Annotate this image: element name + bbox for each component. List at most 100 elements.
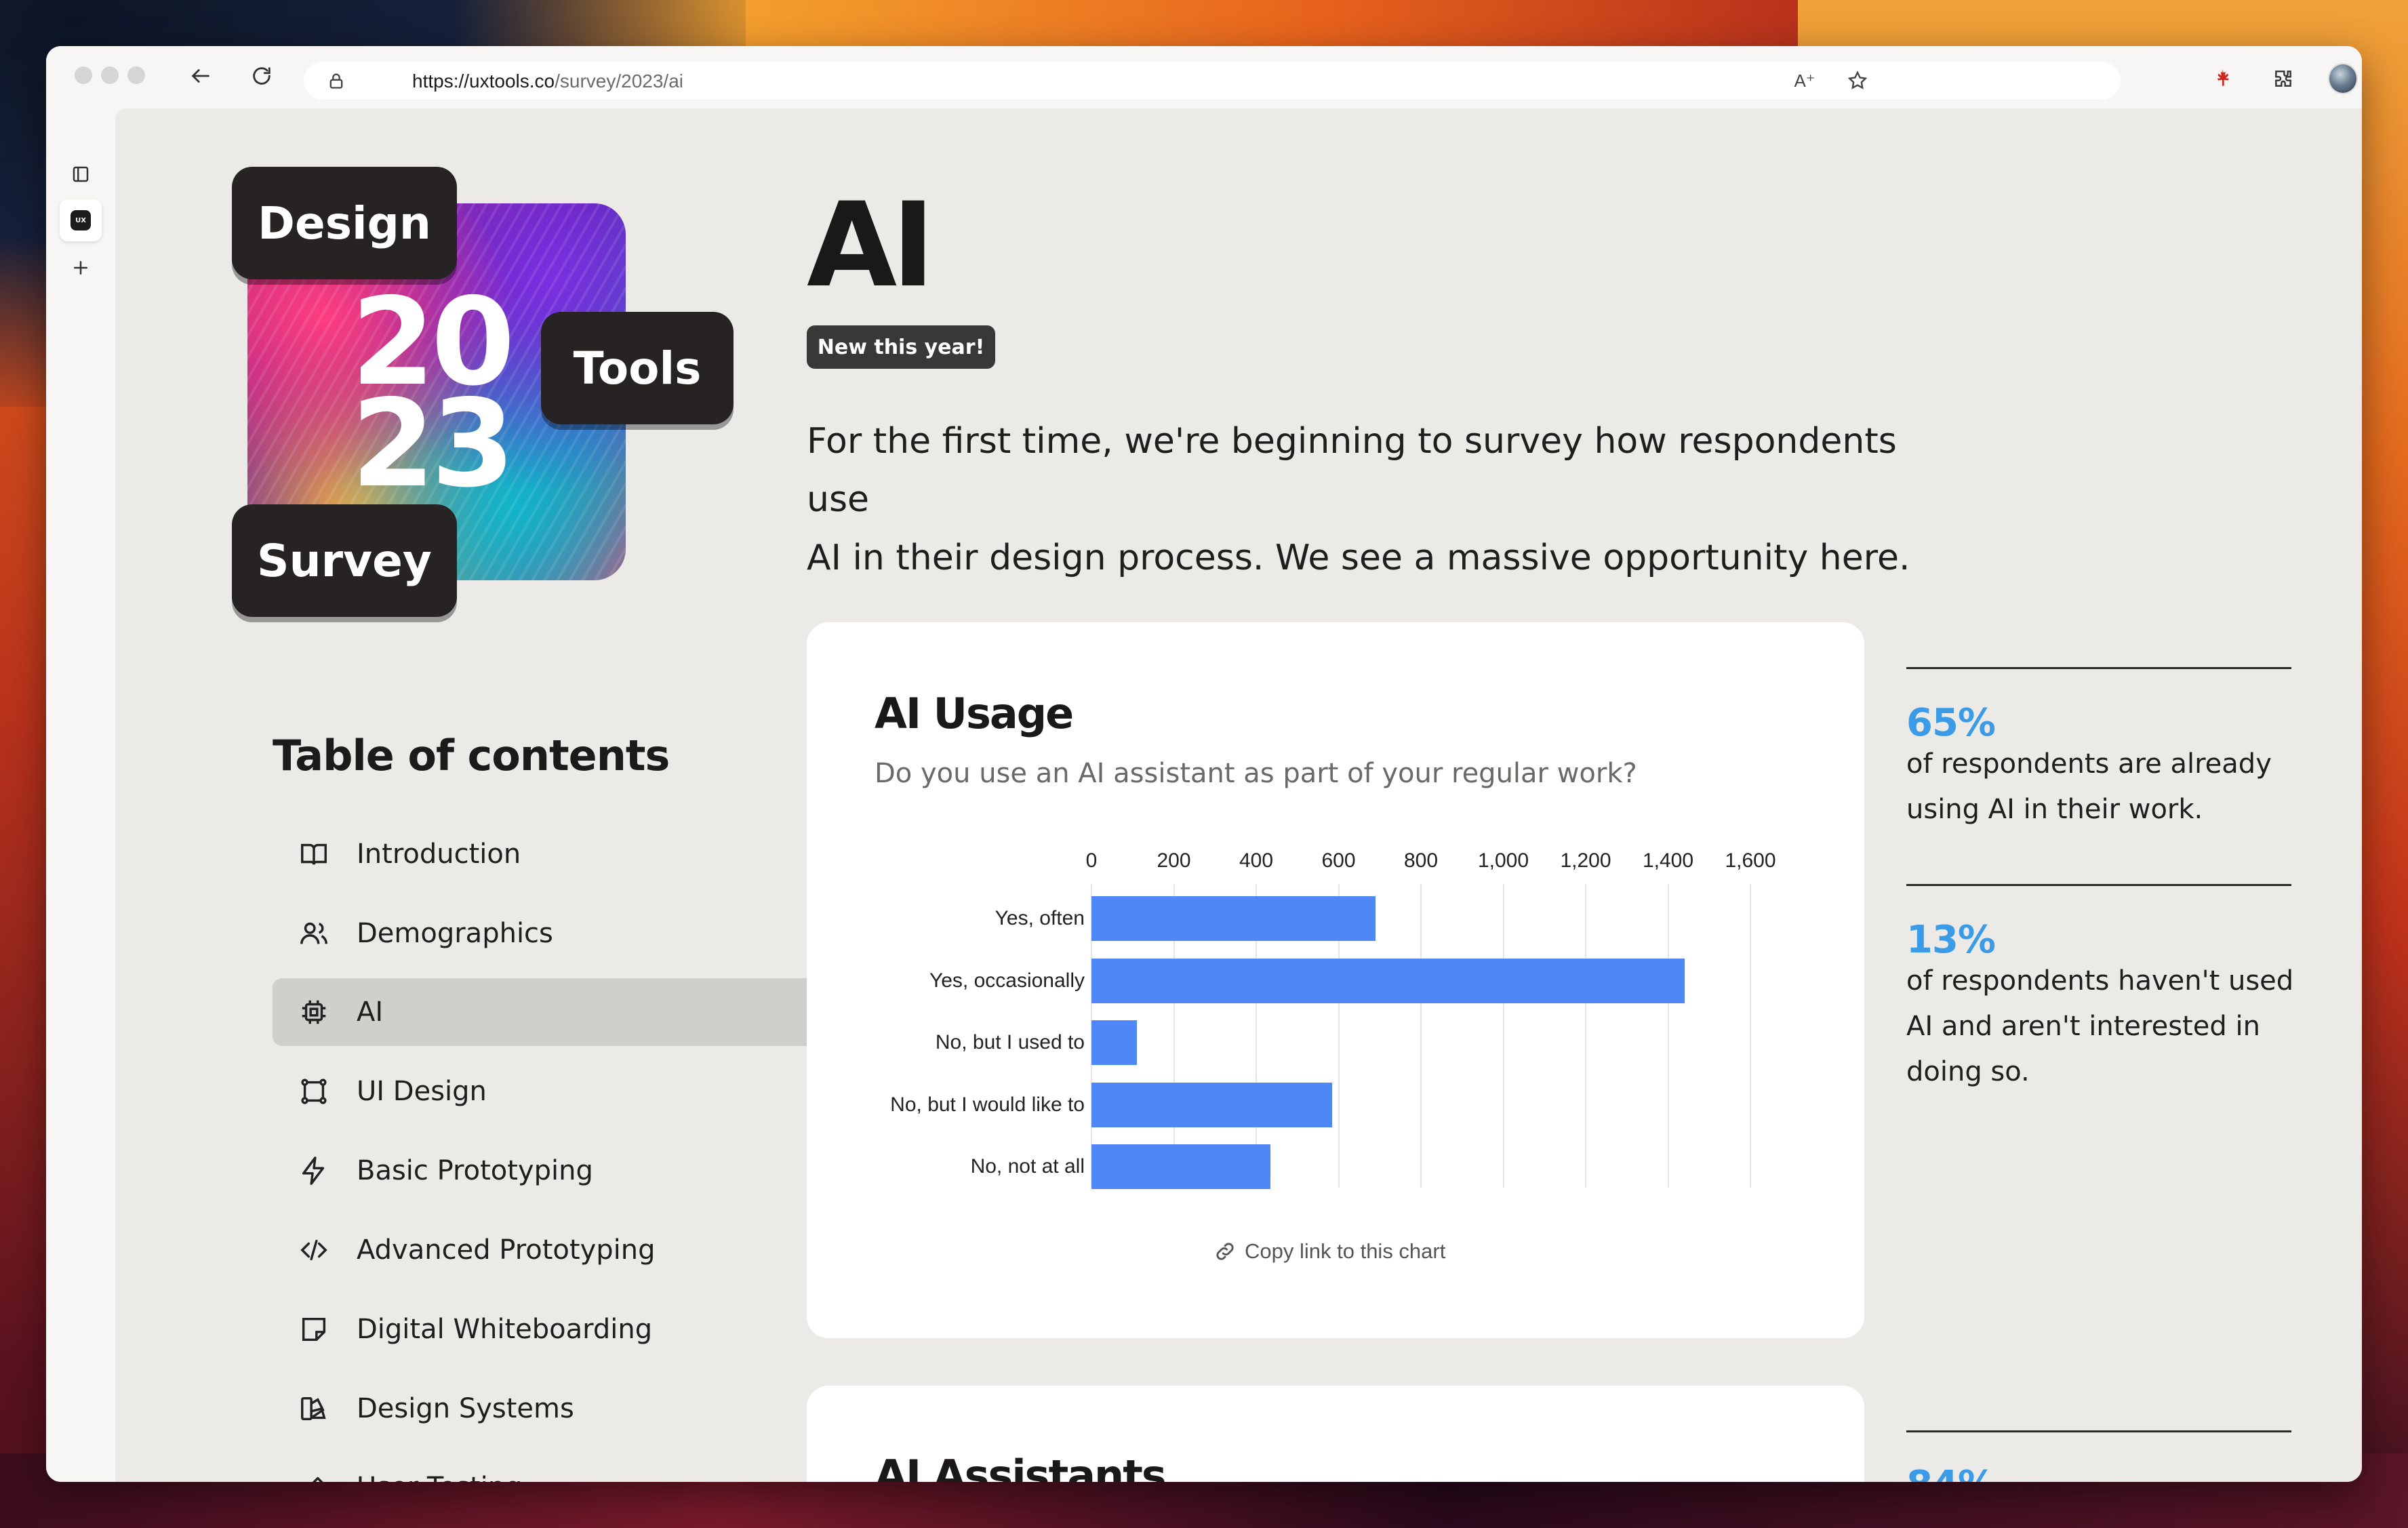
url-text: https://uxtools.co/survey/2023/ai [412, 71, 683, 92]
intro-paragraph: For the first time, we're beginning to s… [807, 412, 1946, 587]
sidebar-panel-icon [73, 166, 89, 182]
plus-icon [74, 261, 87, 275]
chart-bar[interactable] [1091, 1144, 1271, 1189]
chart-gridline [1502, 884, 1504, 1188]
url-path: /survey/2023/ai [555, 71, 683, 92]
cpu-chip-icon [297, 995, 331, 1029]
toc-item-label: Advanced Prototyping [357, 1234, 656, 1266]
code-icon [297, 1233, 331, 1267]
toc-item-label: User Testing [357, 1472, 523, 1482]
tab-uxtools[interactable]: UX [60, 199, 102, 241]
toc-item-basic-prototyping[interactable]: Basic Prototyping [273, 1137, 819, 1205]
puzzle-icon [2275, 71, 2291, 87]
card-title: AI Usage [875, 689, 1074, 738]
toc-item-label: Introduction [357, 839, 521, 870]
read-aloud-button[interactable]: A⁺ [1790, 67, 1820, 94]
chart-tick-label: 1,000 [1477, 849, 1529, 872]
profile-button[interactable] [2328, 63, 2358, 94]
page-content: 20 23 Design Tools Survey Table of conte… [115, 108, 2362, 1482]
toc-item-ai[interactable]: AI [273, 978, 819, 1046]
stat-divider [1906, 667, 2291, 669]
logo-year-bottom: 23 [351, 374, 515, 514]
intro-line: For the first time, we're beginning to s… [807, 421, 1897, 520]
stat-percentage: 65% [1906, 701, 1996, 745]
stat-line: of respondents haven't used [1906, 965, 2294, 997]
stat-line: AI and aren't interested in [1906, 1011, 2260, 1042]
arrow-left-icon [191, 69, 209, 83]
favorite-button[interactable] [1843, 66, 1872, 96]
chart-category-label: Yes, occasionally [929, 969, 1085, 992]
chart-category-label: Yes, often [995, 907, 1085, 929]
chart-tick-label: 200 [1157, 849, 1191, 872]
stat-divider [1906, 884, 2291, 886]
toc-item-introduction[interactable]: Introduction [273, 820, 819, 888]
swatches-icon [297, 1392, 331, 1426]
intro-line: AI in their design process. We see a mas… [807, 538, 1910, 578]
copy-link-button[interactable]: Copy link to this chart [1213, 1239, 1445, 1264]
toc-title: Table of contents [273, 731, 670, 780]
chart-bar[interactable] [1091, 896, 1376, 941]
address-bar[interactable]: https://uxtools.co/survey/2023/ai A⁺ [304, 62, 2121, 100]
chart-gridline [1667, 884, 1669, 1188]
toc-item-label: AI [357, 997, 384, 1028]
tab-actions-button[interactable] [60, 153, 102, 195]
ai-usage-card: AI Usage Do you use an AI assistant as p… [807, 622, 1864, 1338]
logo-year: 20 23 [351, 282, 515, 514]
stat-percentage: 13% [1906, 918, 1996, 962]
back-button[interactable] [186, 61, 216, 91]
lightning-icon [297, 1154, 331, 1188]
frame-icon [297, 1074, 331, 1108]
minimize-window-button[interactable] [101, 66, 119, 84]
toc-item-design-systems[interactable]: Design Systems [273, 1375, 819, 1443]
chart-tick-label: 0 [1085, 849, 1098, 872]
reload-button[interactable] [247, 61, 277, 91]
refresh-icon [253, 67, 270, 85]
chart-bar[interactable] [1091, 958, 1685, 1003]
book-open-icon [297, 837, 331, 871]
toc-item-user-testing[interactable]: User Testing [273, 1453, 819, 1482]
close-window-button[interactable] [75, 66, 92, 84]
chart-bar[interactable] [1091, 1020, 1137, 1065]
chart-gridline [1750, 884, 1751, 1188]
page-title: AI [807, 177, 935, 313]
card-subtitle: Do you use an AI assistant as part of yo… [875, 758, 1637, 789]
stat-line: doing so. [1906, 1056, 2030, 1087]
copy-link-label: Copy link to this chart [1245, 1239, 1446, 1263]
lock-icon [329, 73, 343, 89]
chart-tick-label: 1,600 [1725, 849, 1776, 872]
card-title: AI Assistants [875, 1451, 1167, 1482]
toc-item-label: Digital Whiteboarding [357, 1314, 653, 1345]
toc-item-label: Basic Prototyping [357, 1155, 593, 1186]
chart-category-label: No, but I used to [935, 1031, 1085, 1053]
new-badge: New this year! [807, 325, 995, 369]
stat-description: of respondents are already using AI in t… [1906, 742, 2300, 832]
logo-tag-design: Design [232, 167, 457, 279]
chart-bar[interactable] [1091, 1082, 1333, 1127]
stat-line: using AI in their work. [1906, 794, 2203, 825]
zoom-window-button[interactable] [127, 66, 145, 84]
toc-item-label: Demographics [357, 918, 553, 949]
extension-maple-button[interactable] [2207, 64, 2237, 94]
vertical-tab-strip: UX [46, 114, 115, 1482]
read-aloud-icon: A⁺ [1794, 70, 1815, 91]
toc-item-demographics[interactable]: Demographics [273, 900, 819, 967]
chart-tick-label: 1,200 [1560, 849, 1611, 872]
stat-description: of respondents haven't used AI and aren'… [1906, 959, 2300, 1095]
link-icon [1216, 1243, 1234, 1260]
chart-tick-label: 800 [1403, 849, 1439, 872]
chart-category-label: No, not at all [970, 1155, 1085, 1178]
browser-toolbar: https://uxtools.co/survey/2023/ai A⁺ ··· [46, 46, 2362, 114]
chart-gridline [1420, 884, 1422, 1188]
ai-assistants-card: AI Assistants [807, 1386, 1864, 1482]
extensions-button[interactable] [2268, 64, 2298, 94]
logo-tag-tools: Tools [541, 312, 734, 424]
toc-item-ui-design[interactable]: UI Design [273, 1058, 819, 1125]
toc-item-advanced-prototyping[interactable]: Advanced Prototyping [273, 1216, 819, 1284]
chart-tick-label: 600 [1321, 849, 1356, 872]
avatar [2328, 63, 2358, 94]
stat-divider [1906, 1430, 2291, 1432]
toc-item-digital-whiteboarding[interactable]: Digital Whiteboarding [273, 1295, 819, 1363]
new-tab-button[interactable] [60, 247, 102, 289]
toc-item-label: Design Systems [357, 1393, 574, 1424]
maple-leaf-icon [2217, 69, 2229, 86]
